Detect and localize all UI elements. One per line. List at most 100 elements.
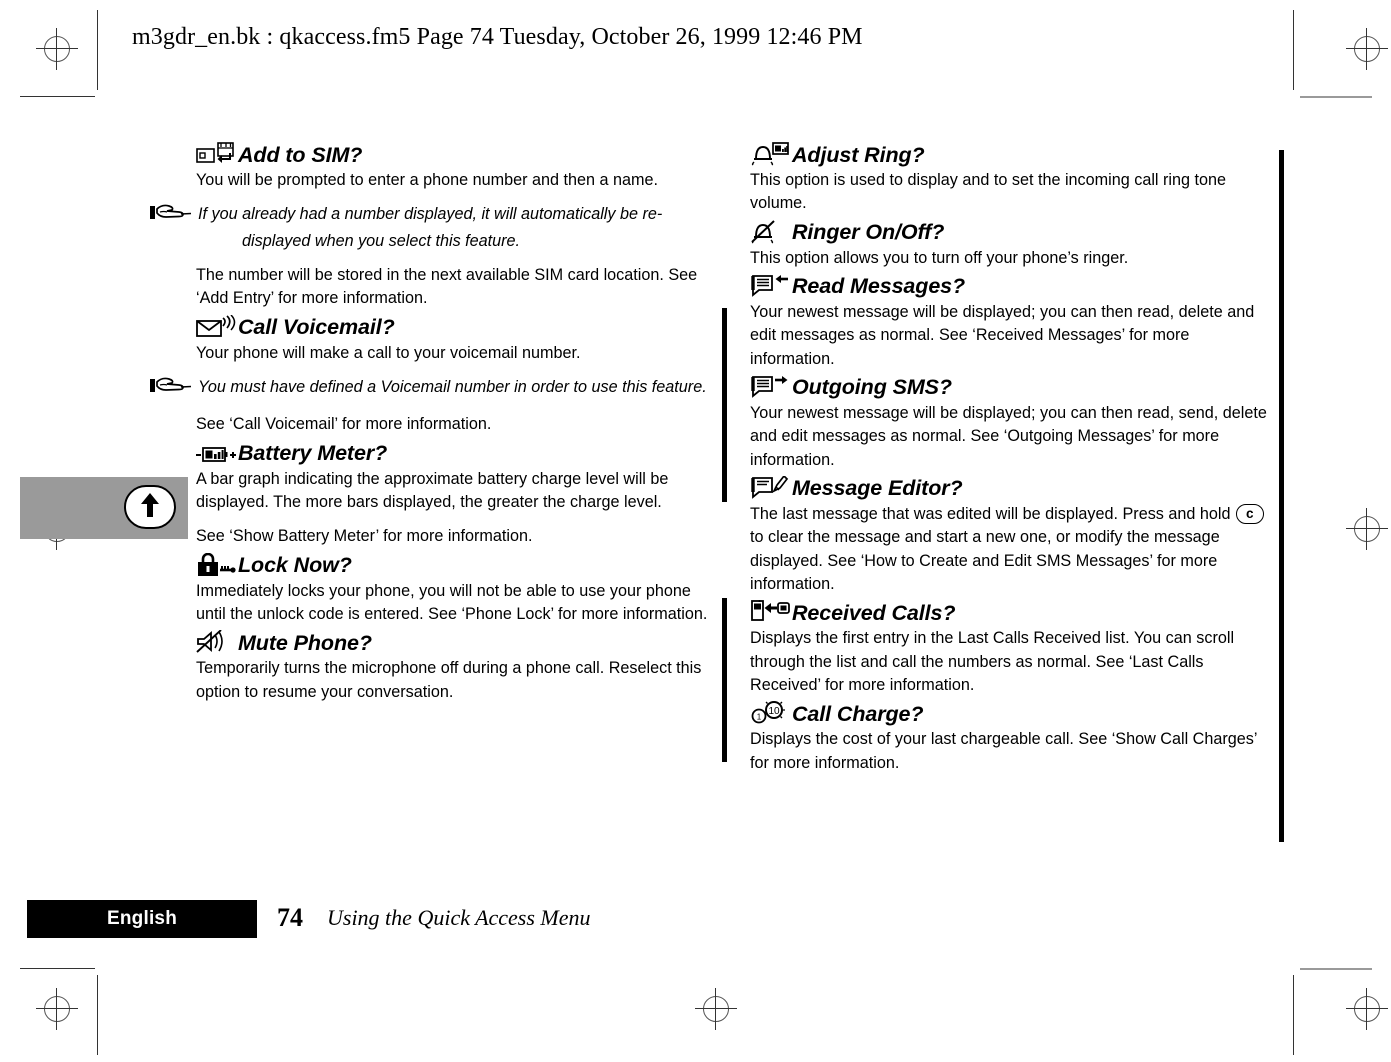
menu-option-entry: Adjust Ring? This option is used to displ… (750, 140, 1275, 216)
menu-option-entry: 1 10 Call Charge? Displays the cost of yo… (750, 699, 1275, 775)
menu-option-entry: Lock Now? Immediately locks your phone, y… (196, 551, 721, 627)
registration-circle (44, 996, 70, 1022)
menu-option-heading: Read Messages? (750, 272, 1275, 298)
padlock-key-icon (196, 551, 236, 577)
registration-circle (1354, 36, 1380, 62)
page-number: 74 (277, 903, 303, 932)
registration-vline (56, 28, 57, 70)
menu-option-title: Lock Now? (238, 553, 352, 578)
note-text: You must have defined a Voicemail number… (198, 377, 707, 396)
menu-option-entry: Outgoing SMS? Your newest message will be… (750, 373, 1275, 472)
registration-circle (1354, 996, 1380, 1022)
note-paragraph: If you already had a number displayed, i… (150, 203, 721, 253)
section-title: Using the Quick Access Menu (327, 905, 591, 930)
registration-hline (1346, 528, 1388, 529)
menu-option-heading: Adjust Ring? (750, 140, 1275, 166)
body-paragraph: Displays the cost of your last chargeabl… (750, 730, 1257, 772)
body-paragraph: The number will be stored in the next av… (196, 265, 698, 308)
bell-level-icon (750, 140, 790, 166)
trim-line-left-vertical-bottom (97, 975, 98, 1055)
menu-option-title: Battery Meter? (238, 441, 388, 466)
quick-access-up-button[interactable] (124, 485, 176, 529)
mute-speaker-icon (196, 628, 236, 654)
menu-option-title: Mute Phone? (238, 630, 372, 655)
body-text-after-keycap: to clear the message and start a new one… (750, 528, 1220, 593)
body-paragraph: Temporarily turns the microphone off dur… (196, 659, 702, 701)
left-column: Add to SIM? You will be prompted to enter… (150, 140, 721, 706)
trim-line-bottom-left-horizontal (20, 968, 95, 969)
clear-key-keycap[interactable]: c (1236, 503, 1264, 524)
registration-vline (56, 988, 57, 1030)
document-header: m3gdr_en.bk : qkaccess.fm5 Page 74 Tuesd… (132, 24, 863, 50)
registration-vline (1366, 508, 1367, 550)
menu-option-entry: Call Voicemail? Your phone will make a ca… (150, 313, 721, 437)
menu-option-heading: Ringer On/Off? (750, 218, 1275, 244)
menu-option-heading: Battery Meter? (196, 439, 721, 465)
message-out-icon (750, 373, 790, 399)
menu-option-title: Ringer On/Off? (792, 220, 945, 245)
registration-circle (1354, 516, 1380, 542)
menu-option-heading: 1 10 Call Charge? (750, 699, 1275, 725)
registration-hline (1346, 1008, 1388, 1009)
menu-option-heading: Message Editor? (750, 474, 1275, 500)
registration-mark-top-right (1346, 28, 1388, 70)
call-charge-coins-icon: 1 10 (750, 699, 790, 725)
margin-thumb-tab (20, 477, 188, 539)
menu-option-title: Outgoing SMS? (792, 375, 952, 400)
trim-line-left-vertical (97, 10, 98, 90)
menu-option-title: Call Charge? (792, 701, 924, 726)
trim-line-top-left-horizontal (20, 96, 95, 97)
menu-option-entry: Message Editor? The last message that was… (750, 474, 1275, 596)
body-paragraph: Your phone will make a call to your voic… (196, 343, 581, 362)
menu-option-heading: Lock Now? (196, 551, 721, 577)
menu-option-title: Call Voicemail? (238, 315, 395, 340)
menu-option-entry: Battery Meter? A bar graph indicating the… (196, 439, 721, 549)
registration-mark-bottom-left (36, 988, 78, 1030)
registration-mark-bottom-center (695, 988, 737, 1030)
body-paragraph: This option is used to display and to se… (750, 171, 1227, 213)
note-paragraph: You must have defined a Voicemail number… (150, 376, 721, 402)
registration-circle (44, 36, 70, 62)
menu-option-entry: Mute Phone? Temporarily turns the microph… (196, 628, 721, 704)
menu-option-title: Add to SIM? (238, 142, 363, 167)
trim-line-top-right-horizontal (1300, 96, 1372, 98)
menu-option-heading: Mute Phone? (196, 628, 721, 654)
body-paragraph: Displays the first entry in the Last Cal… (750, 629, 1235, 694)
change-bar-gutter-upper (722, 308, 727, 502)
trim-line-bottom-right-horizontal (1300, 968, 1372, 970)
registration-hline (36, 48, 78, 49)
menu-option-heading: Call Voicemail? (196, 313, 721, 339)
svg-text:10: 10 (768, 706, 780, 717)
menu-option-title: Adjust Ring? (792, 142, 925, 167)
bell-crossed-icon (750, 218, 790, 244)
trim-line-right-vertical-bottom (1293, 975, 1294, 1055)
menu-option-entry: Ringer On/Off? This option allows you to … (750, 218, 1275, 270)
add-to-sim-icon (196, 140, 236, 166)
registration-vline (715, 988, 716, 1030)
menu-option-heading: Outgoing SMS? (750, 373, 1275, 399)
message-in-icon (750, 272, 790, 298)
trim-line-right-vertical (1293, 10, 1294, 90)
menu-option-entry: Read Messages? Your newest message will b… (750, 272, 1275, 371)
battery-meter-icon (196, 439, 236, 465)
body-paragraph: A bar graph indicating the approximate b… (196, 469, 669, 511)
menu-option-title: Received Calls? (792, 600, 956, 625)
registration-hline (1346, 48, 1388, 49)
registration-mark-middle-right (1346, 508, 1388, 550)
menu-option-title: Message Editor? (792, 476, 963, 501)
svg-text:1: 1 (757, 713, 762, 722)
registration-mark-top-left (36, 28, 78, 70)
registration-vline (1366, 988, 1367, 1030)
language-band: English (27, 900, 257, 938)
body-paragraph: Your newest message will be displayed; y… (750, 403, 1267, 469)
body-paragraph: See ‘Show Battery Meter’ for more inform… (196, 527, 533, 546)
change-bar-right-edge (1279, 150, 1284, 842)
registration-mark-bottom-right (1346, 988, 1388, 1030)
menu-option-heading: Received Calls? (750, 598, 1275, 624)
language-label: English (106, 908, 177, 929)
body-paragraph: See ‘Call Voicemail’ for more informatio… (196, 415, 492, 434)
registration-circle (703, 996, 729, 1022)
body-paragraph-with-keycap: The last message that was edited will be… (750, 503, 1275, 596)
message-edit-icon (750, 474, 790, 500)
body-paragraph: You will be prompted to enter a phone nu… (196, 171, 658, 189)
